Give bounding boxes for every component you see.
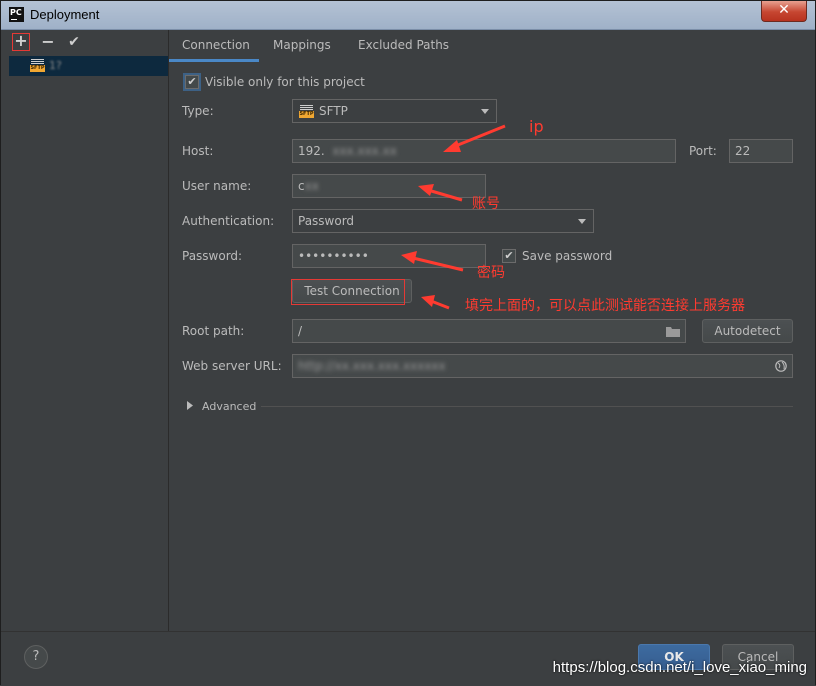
port-input[interactable]: 22 bbox=[729, 139, 793, 163]
title-bar: PC Deployment ✕ bbox=[1, 1, 815, 30]
sftp-server-icon: SFTP bbox=[30, 59, 45, 72]
user-name-value: c bbox=[298, 179, 305, 193]
add-server-button[interactable]: + bbox=[12, 33, 30, 51]
root-path-label: Root path: bbox=[182, 324, 245, 338]
connection-settings-pane: Connection Mappings Excluded Paths ✔ Vis… bbox=[169, 30, 810, 631]
type-label: Type: bbox=[182, 104, 214, 118]
annotation-arrow-icon bbox=[443, 124, 506, 152]
host-value: 192. bbox=[298, 144, 325, 158]
active-tab-indicator bbox=[169, 59, 259, 62]
autodetect-button[interactable]: Autodetect bbox=[702, 319, 793, 343]
expand-arrow-icon[interactable] bbox=[187, 401, 193, 410]
authentication-select[interactable]: Password bbox=[292, 209, 594, 233]
chevron-down-icon bbox=[578, 219, 586, 224]
web-server-url-value: http:// bbox=[298, 359, 335, 373]
root-path-value: / bbox=[298, 324, 303, 338]
annotation-arrow-icon bbox=[401, 251, 464, 272]
authentication-value: Password bbox=[298, 214, 355, 228]
root-path-input[interactable]: / bbox=[292, 319, 686, 343]
annotation-arrow-icon bbox=[418, 184, 463, 202]
tab-mappings[interactable]: Mappings bbox=[273, 38, 331, 52]
server-list-pane: + − ✔ SFTP 1? bbox=[9, 30, 169, 631]
remove-server-button[interactable]: − bbox=[39, 33, 57, 51]
annotation-password: 密码 bbox=[477, 265, 505, 281]
save-password-checkbox[interactable]: ✔ bbox=[502, 249, 516, 263]
annotation-account: 账号 bbox=[472, 196, 500, 212]
tab-excluded-paths[interactable]: Excluded Paths bbox=[358, 38, 449, 52]
annotation-arrow-icon bbox=[421, 295, 450, 310]
password-label: Password: bbox=[182, 249, 243, 263]
server-list-item[interactable]: SFTP 1? bbox=[9, 56, 168, 76]
help-button[interactable]: ? bbox=[24, 645, 48, 669]
server-list-toolbar: + − ✔ bbox=[9, 30, 168, 56]
type-value: SFTP bbox=[319, 104, 348, 118]
save-password-label: Save password bbox=[522, 249, 613, 263]
advanced-label[interactable]: Advanced bbox=[202, 400, 256, 413]
folder-icon[interactable] bbox=[666, 326, 680, 337]
user-name-label: User name: bbox=[182, 179, 252, 193]
tab-connection[interactable]: Connection bbox=[182, 38, 250, 52]
annotation-test-hint: 填完上面的，可以点此测试能否连接上服务器 bbox=[465, 298, 745, 314]
visible-only-label: Visible only for this project bbox=[205, 75, 365, 89]
web-server-url-label: Web server URL: bbox=[182, 359, 282, 373]
watermark: https://blog.csdn.net/i_love_xiao_ming bbox=[552, 659, 807, 676]
type-select[interactable]: SFTP SFTP bbox=[292, 99, 497, 123]
web-server-url-input[interactable]: http://xx.xxx.xxx.xxxxxx bbox=[292, 354, 793, 378]
sftp-type-icon: SFTP bbox=[299, 105, 314, 118]
close-window-button[interactable]: ✕ bbox=[761, 1, 807, 22]
deployment-dialog: PC Deployment ✕ + − ✔ SFTP 1? Connection… bbox=[0, 0, 816, 686]
pycharm-logo-icon: PC bbox=[9, 7, 24, 22]
apply-server-button[interactable]: ✔ bbox=[65, 33, 83, 51]
highlight-box bbox=[291, 279, 405, 305]
authentication-label: Authentication: bbox=[182, 214, 275, 228]
port-label: Port: bbox=[689, 144, 717, 158]
globe-icon[interactable] bbox=[775, 360, 787, 372]
settings-tabs: Connection Mappings Excluded Paths bbox=[169, 30, 810, 62]
visible-only-checkbox[interactable]: ✔ bbox=[185, 75, 199, 89]
server-name: 1? bbox=[49, 59, 62, 72]
chevron-down-icon bbox=[481, 109, 489, 114]
host-label: Host: bbox=[182, 144, 214, 158]
advanced-divider bbox=[261, 406, 793, 407]
annotation-ip: ip bbox=[529, 117, 544, 136]
window-title: Deployment bbox=[30, 7, 100, 22]
